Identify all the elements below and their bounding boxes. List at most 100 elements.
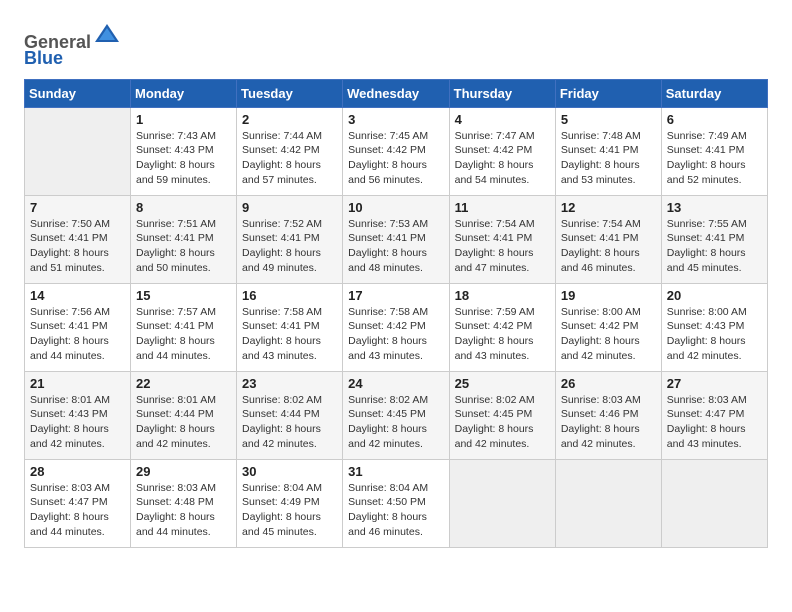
logo-icon bbox=[93, 20, 121, 48]
calendar-cell bbox=[25, 107, 131, 195]
calendar-cell: 1 Sunrise: 7:43 AM Sunset: 4:43 PM Daylig… bbox=[131, 107, 237, 195]
day-info: Sunrise: 7:48 AM Sunset: 4:41 PM Dayligh… bbox=[561, 129, 656, 188]
day-number: 30 bbox=[242, 464, 337, 479]
day-number: 3 bbox=[348, 112, 443, 127]
calendar-cell: 26 Sunrise: 8:03 AM Sunset: 4:46 PM Dayli… bbox=[555, 371, 661, 459]
day-number: 19 bbox=[561, 288, 656, 303]
day-number: 29 bbox=[136, 464, 231, 479]
day-info: Sunrise: 7:58 AM Sunset: 4:42 PM Dayligh… bbox=[348, 305, 443, 364]
day-info: Sunrise: 8:04 AM Sunset: 4:50 PM Dayligh… bbox=[348, 481, 443, 540]
day-info: Sunrise: 7:57 AM Sunset: 4:41 PM Dayligh… bbox=[136, 305, 231, 364]
day-number: 22 bbox=[136, 376, 231, 391]
day-number: 18 bbox=[455, 288, 550, 303]
day-info: Sunrise: 8:04 AM Sunset: 4:49 PM Dayligh… bbox=[242, 481, 337, 540]
day-info: Sunrise: 8:03 AM Sunset: 4:47 PM Dayligh… bbox=[667, 393, 762, 452]
day-number: 7 bbox=[30, 200, 125, 215]
calendar-cell: 19 Sunrise: 8:00 AM Sunset: 4:42 PM Dayli… bbox=[555, 283, 661, 371]
day-number: 15 bbox=[136, 288, 231, 303]
calendar-cell: 20 Sunrise: 8:00 AM Sunset: 4:43 PM Dayli… bbox=[661, 283, 767, 371]
calendar-table: SundayMondayTuesdayWednesdayThursdayFrid… bbox=[24, 79, 768, 548]
day-info: Sunrise: 7:54 AM Sunset: 4:41 PM Dayligh… bbox=[455, 217, 550, 276]
day-info: Sunrise: 8:01 AM Sunset: 4:43 PM Dayligh… bbox=[30, 393, 125, 452]
calendar-cell: 10 Sunrise: 7:53 AM Sunset: 4:41 PM Dayli… bbox=[343, 195, 449, 283]
day-info: Sunrise: 7:43 AM Sunset: 4:43 PM Dayligh… bbox=[136, 129, 231, 188]
dow-header-tuesday: Tuesday bbox=[237, 79, 343, 107]
calendar-cell: 29 Sunrise: 8:03 AM Sunset: 4:48 PM Dayli… bbox=[131, 459, 237, 547]
day-info: Sunrise: 7:45 AM Sunset: 4:42 PM Dayligh… bbox=[348, 129, 443, 188]
day-info: Sunrise: 8:02 AM Sunset: 4:45 PM Dayligh… bbox=[348, 393, 443, 452]
calendar-cell bbox=[555, 459, 661, 547]
calendar-body: 1 Sunrise: 7:43 AM Sunset: 4:43 PM Daylig… bbox=[25, 107, 768, 547]
day-info: Sunrise: 8:00 AM Sunset: 4:42 PM Dayligh… bbox=[561, 305, 656, 364]
day-number: 1 bbox=[136, 112, 231, 127]
calendar-cell: 2 Sunrise: 7:44 AM Sunset: 4:42 PM Daylig… bbox=[237, 107, 343, 195]
day-info: Sunrise: 8:02 AM Sunset: 4:44 PM Dayligh… bbox=[242, 393, 337, 452]
day-number: 26 bbox=[561, 376, 656, 391]
day-number: 6 bbox=[667, 112, 762, 127]
day-number: 28 bbox=[30, 464, 125, 479]
calendar-cell: 18 Sunrise: 7:59 AM Sunset: 4:42 PM Dayli… bbox=[449, 283, 555, 371]
logo: General Blue bbox=[24, 20, 121, 69]
calendar-cell: 8 Sunrise: 7:51 AM Sunset: 4:41 PM Daylig… bbox=[131, 195, 237, 283]
calendar-cell: 7 Sunrise: 7:50 AM Sunset: 4:41 PM Daylig… bbox=[25, 195, 131, 283]
day-info: Sunrise: 7:47 AM Sunset: 4:42 PM Dayligh… bbox=[455, 129, 550, 188]
day-number: 27 bbox=[667, 376, 762, 391]
day-info: Sunrise: 7:49 AM Sunset: 4:41 PM Dayligh… bbox=[667, 129, 762, 188]
week-row-4: 21 Sunrise: 8:01 AM Sunset: 4:43 PM Dayli… bbox=[25, 371, 768, 459]
calendar-cell: 13Sunrise: 7:55 AM Sunset: 4:41 PM Dayli… bbox=[661, 195, 767, 283]
day-number: 20 bbox=[667, 288, 762, 303]
day-info: Sunrise: 7:51 AM Sunset: 4:41 PM Dayligh… bbox=[136, 217, 231, 276]
day-info: Sunrise: 7:44 AM Sunset: 4:42 PM Dayligh… bbox=[242, 129, 337, 188]
day-number: 31 bbox=[348, 464, 443, 479]
week-row-1: 1 Sunrise: 7:43 AM Sunset: 4:43 PM Daylig… bbox=[25, 107, 768, 195]
calendar-cell: 21 Sunrise: 8:01 AM Sunset: 4:43 PM Dayli… bbox=[25, 371, 131, 459]
dow-header-monday: Monday bbox=[131, 79, 237, 107]
days-of-week-row: SundayMondayTuesdayWednesdayThursdayFrid… bbox=[25, 79, 768, 107]
day-info: Sunrise: 7:58 AM Sunset: 4:41 PM Dayligh… bbox=[242, 305, 337, 364]
day-number: 24 bbox=[348, 376, 443, 391]
dow-header-saturday: Saturday bbox=[661, 79, 767, 107]
calendar-cell: 30 Sunrise: 8:04 AM Sunset: 4:49 PM Dayli… bbox=[237, 459, 343, 547]
day-number: 21 bbox=[30, 376, 125, 391]
calendar-cell: 16Sunrise: 7:58 AM Sunset: 4:41 PM Dayli… bbox=[237, 283, 343, 371]
day-number: 2 bbox=[242, 112, 337, 127]
day-info: Sunrise: 8:03 AM Sunset: 4:47 PM Dayligh… bbox=[30, 481, 125, 540]
day-info: Sunrise: 7:50 AM Sunset: 4:41 PM Dayligh… bbox=[30, 217, 125, 276]
dow-header-thursday: Thursday bbox=[449, 79, 555, 107]
day-number: 11 bbox=[455, 200, 550, 215]
day-number: 17 bbox=[348, 288, 443, 303]
calendar-cell: 28 Sunrise: 8:03 AM Sunset: 4:47 PM Dayli… bbox=[25, 459, 131, 547]
day-number: 23 bbox=[242, 376, 337, 391]
week-row-2: 7 Sunrise: 7:50 AM Sunset: 4:41 PM Daylig… bbox=[25, 195, 768, 283]
day-info: Sunrise: 7:59 AM Sunset: 4:42 PM Dayligh… bbox=[455, 305, 550, 364]
page-header: General Blue bbox=[24, 20, 768, 69]
day-info: Sunrise: 8:03 AM Sunset: 4:48 PM Dayligh… bbox=[136, 481, 231, 540]
week-row-3: 14Sunrise: 7:56 AM Sunset: 4:41 PM Dayli… bbox=[25, 283, 768, 371]
day-info: Sunrise: 7:53 AM Sunset: 4:41 PM Dayligh… bbox=[348, 217, 443, 276]
day-info: Sunrise: 8:00 AM Sunset: 4:43 PM Dayligh… bbox=[667, 305, 762, 364]
day-info: Sunrise: 8:01 AM Sunset: 4:44 PM Dayligh… bbox=[136, 393, 231, 452]
calendar-cell: 5Sunrise: 7:48 AM Sunset: 4:41 PM Daylig… bbox=[555, 107, 661, 195]
calendar-cell: 22 Sunrise: 8:01 AM Sunset: 4:44 PM Dayli… bbox=[131, 371, 237, 459]
calendar-cell: 12Sunrise: 7:54 AM Sunset: 4:41 PM Dayli… bbox=[555, 195, 661, 283]
calendar-cell bbox=[661, 459, 767, 547]
day-info: Sunrise: 7:56 AM Sunset: 4:41 PM Dayligh… bbox=[30, 305, 125, 364]
day-number: 10 bbox=[348, 200, 443, 215]
day-number: 8 bbox=[136, 200, 231, 215]
calendar-cell: 15 Sunrise: 7:57 AM Sunset: 4:41 PM Dayli… bbox=[131, 283, 237, 371]
day-info: Sunrise: 7:54 AM Sunset: 4:41 PM Dayligh… bbox=[561, 217, 656, 276]
calendar-cell: 31 Sunrise: 8:04 AM Sunset: 4:50 PM Dayli… bbox=[343, 459, 449, 547]
calendar-cell: 4 Sunrise: 7:47 AM Sunset: 4:42 PM Daylig… bbox=[449, 107, 555, 195]
calendar-cell: 24 Sunrise: 8:02 AM Sunset: 4:45 PM Dayli… bbox=[343, 371, 449, 459]
calendar-cell: 23 Sunrise: 8:02 AM Sunset: 4:44 PM Dayli… bbox=[237, 371, 343, 459]
calendar-cell: 11 Sunrise: 7:54 AM Sunset: 4:41 PM Dayli… bbox=[449, 195, 555, 283]
week-row-5: 28 Sunrise: 8:03 AM Sunset: 4:47 PM Dayli… bbox=[25, 459, 768, 547]
calendar-cell: 6 Sunrise: 7:49 AM Sunset: 4:41 PM Daylig… bbox=[661, 107, 767, 195]
day-info: Sunrise: 8:03 AM Sunset: 4:46 PM Dayligh… bbox=[561, 393, 656, 452]
logo-blue: Blue bbox=[24, 48, 63, 68]
calendar-cell: 14Sunrise: 7:56 AM Sunset: 4:41 PM Dayli… bbox=[25, 283, 131, 371]
calendar-cell: 9Sunrise: 7:52 AM Sunset: 4:41 PM Daylig… bbox=[237, 195, 343, 283]
day-number: 4 bbox=[455, 112, 550, 127]
day-info: Sunrise: 7:55 AM Sunset: 4:41 PM Dayligh… bbox=[667, 217, 762, 276]
calendar-cell: 17 Sunrise: 7:58 AM Sunset: 4:42 PM Dayli… bbox=[343, 283, 449, 371]
